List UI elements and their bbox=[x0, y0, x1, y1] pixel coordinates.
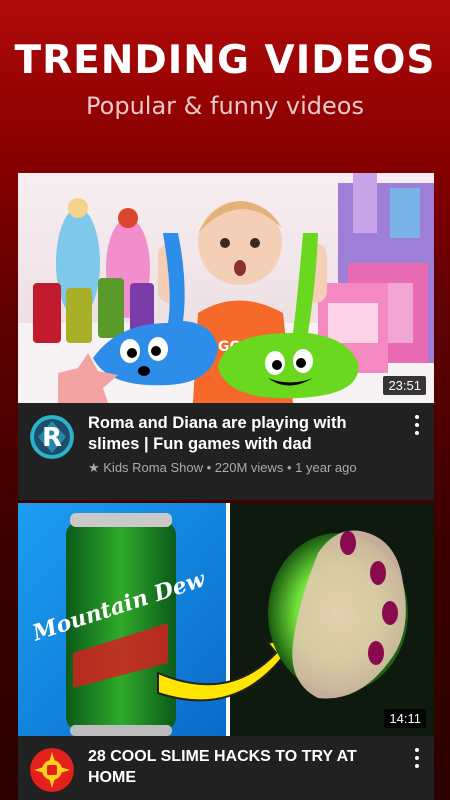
slime-kid-thumbnail-image: GO OUT bbox=[18, 173, 434, 403]
channel-avatar[interactable] bbox=[30, 748, 74, 792]
promo-header: TRENDING VIDEOS Popular & funny videos bbox=[0, 0, 450, 170]
video-title[interactable]: 28 COOL SLIME HACKS TO TRY AT HOME bbox=[88, 746, 398, 788]
video-info: R Roma and Diana are playing with slimes… bbox=[18, 403, 434, 500]
video-card[interactable]: Mountain Dew 14:11 28 COOL SLIME HACKS T… bbox=[18, 503, 434, 800]
video-duration: 23:51 bbox=[383, 376, 426, 395]
channel-avatar[interactable]: R bbox=[30, 415, 74, 459]
svg-text:R: R bbox=[42, 423, 62, 453]
page-subtitle: Popular & funny videos bbox=[86, 92, 364, 120]
channel-logo-icon bbox=[30, 748, 74, 792]
video-card[interactable]: GO OUT 23:51 bbox=[18, 173, 434, 500]
video-title[interactable]: Roma and Diana are playing with slimes |… bbox=[88, 413, 398, 455]
video-duration: 14:11 bbox=[384, 709, 426, 728]
video-thumbnail[interactable]: GO OUT 23:51 bbox=[18, 173, 434, 403]
video-metadata: ★ Kids Roma Show • 220M views • 1 year a… bbox=[88, 460, 357, 475]
video-thumbnail[interactable]: Mountain Dew 14:11 bbox=[18, 503, 434, 736]
more-vertical-icon[interactable] bbox=[410, 415, 424, 435]
more-vertical-icon[interactable] bbox=[410, 748, 424, 768]
page-title: TRENDING VIDEOS bbox=[14, 38, 436, 83]
channel-logo-icon: R bbox=[30, 415, 74, 459]
slime-hacks-thumbnail-image: Mountain Dew bbox=[18, 503, 434, 736]
video-info: 28 COOL SLIME HACKS TO TRY AT HOME bbox=[18, 736, 434, 800]
